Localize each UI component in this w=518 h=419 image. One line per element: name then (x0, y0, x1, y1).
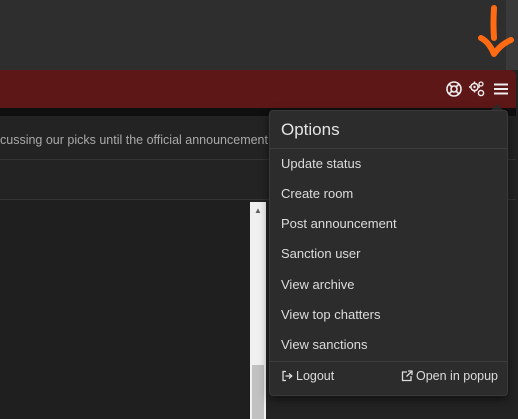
top-background (0, 0, 518, 70)
menu-item-post-announcement[interactable]: Post announcement (270, 209, 507, 239)
menu-item-sanction-user[interactable]: Sanction user (270, 239, 507, 269)
gears-icon[interactable] (468, 80, 486, 98)
scroll-up-arrow-icon[interactable]: ▲ (250, 202, 266, 218)
logout-button[interactable]: Logout (281, 367, 334, 385)
sign-out-icon (282, 370, 293, 382)
chat-header-bar (0, 70, 516, 108)
orange-arrow-icon (478, 5, 514, 57)
menu-item-update-status[interactable]: Update status (270, 149, 507, 179)
menu-item-view-top-chatters[interactable]: View top chatters (270, 300, 507, 330)
menu-item-view-archive[interactable]: View archive (270, 270, 507, 300)
menu-item-view-sanctions[interactable]: View sanctions (270, 330, 507, 360)
menu-item-create-room[interactable]: Create room (270, 179, 507, 209)
external-link-icon (401, 370, 413, 382)
scrollbar-thumb[interactable] (252, 365, 264, 419)
announcement-text: cussing our picks until the official ann… (0, 133, 279, 147)
open-in-popup-button[interactable]: Open in popup (401, 367, 498, 385)
logout-label: Logout (296, 369, 335, 383)
chat-message-area (0, 200, 250, 419)
lifebuoy-icon[interactable] (445, 80, 463, 98)
open-in-popup-label: Open in popup (416, 369, 499, 383)
options-menu-title: Options (281, 120, 340, 139)
hamburger-menu-icon[interactable] (492, 80, 510, 98)
options-menu: Options Update status Create room Post a… (269, 110, 508, 396)
menu-footer-divider (270, 361, 507, 362)
